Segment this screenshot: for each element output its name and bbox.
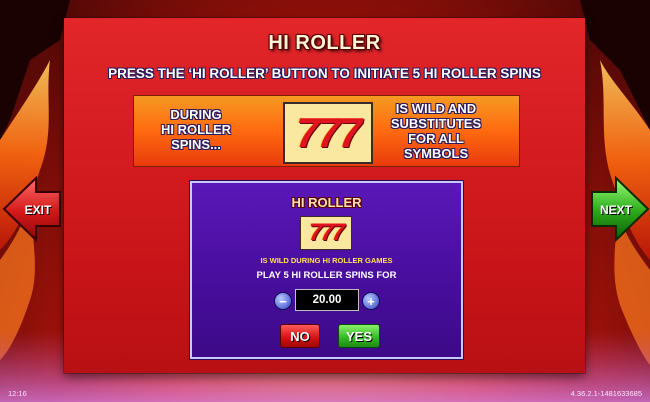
triple-seven-symbol-icon: 777 — [283, 102, 373, 164]
version-string: 4.36.2.1-1481633685 — [570, 389, 642, 398]
play-spins-text: PLAY 5 HI ROLLER SPINS FOR — [256, 270, 397, 281]
banner-left-line: HI ROLLER — [160, 122, 232, 137]
triple-seven-glyph: 777 — [295, 109, 362, 156]
next-label: NEXT — [599, 203, 632, 217]
banner-right-line: FOR ALL — [408, 131, 464, 146]
yes-button[interactable]: YES — [338, 324, 380, 348]
banner-right-line: IS WILD AND — [395, 101, 477, 116]
decrease-stake-button[interactable]: − — [274, 292, 292, 310]
panel-title: HI ROLLER — [268, 32, 381, 54]
hi-roller-dialog: HI ROLLER 777 IS WILD DURING HI ROLLER G… — [190, 181, 463, 359]
instruction-text: PRESS THE ‘HI ROLLER’ BUTTON TO INITIATE… — [108, 66, 541, 81]
triple-seven-small-glyph: 777 — [308, 219, 345, 246]
banner-right-line: SUBSTITUTES — [390, 116, 482, 131]
dialog-title: HI ROLLER — [291, 195, 362, 210]
triple-seven-small-icon: 777 — [300, 216, 352, 250]
banner-right-line: SYMBOLS — [403, 146, 469, 161]
no-button[interactable]: NO — [280, 324, 320, 348]
banner-right-text: IS WILD AND SUBSTITUTES FOR ALL SYMBOLS — [366, 101, 506, 161]
stake-value: 20.00 — [295, 289, 359, 311]
clock-time: 12:16 — [8, 389, 27, 398]
wild-info-banner: DURING HI ROLLER SPINS... 777 IS WILD AN… — [133, 95, 520, 167]
exit-label: EXIT — [24, 203, 52, 217]
info-panel: HI ROLLER PRESS THE ‘HI ROLLER’ BUTTON T… — [64, 18, 585, 373]
banner-left-line: DURING — [170, 107, 222, 122]
banner-left-text: DURING HI ROLLER SPINS... — [148, 107, 244, 152]
stake-stepper: − 20.00 + — [274, 289, 380, 311]
next-button[interactable]: NEXT — [590, 175, 650, 243]
wild-during-text: IS WILD DURING HI ROLLER GAMES — [260, 256, 393, 265]
banner-left-line: SPINS... — [171, 137, 221, 152]
increase-stake-button[interactable]: + — [362, 292, 380, 310]
exit-button[interactable]: EXIT — [2, 175, 62, 243]
